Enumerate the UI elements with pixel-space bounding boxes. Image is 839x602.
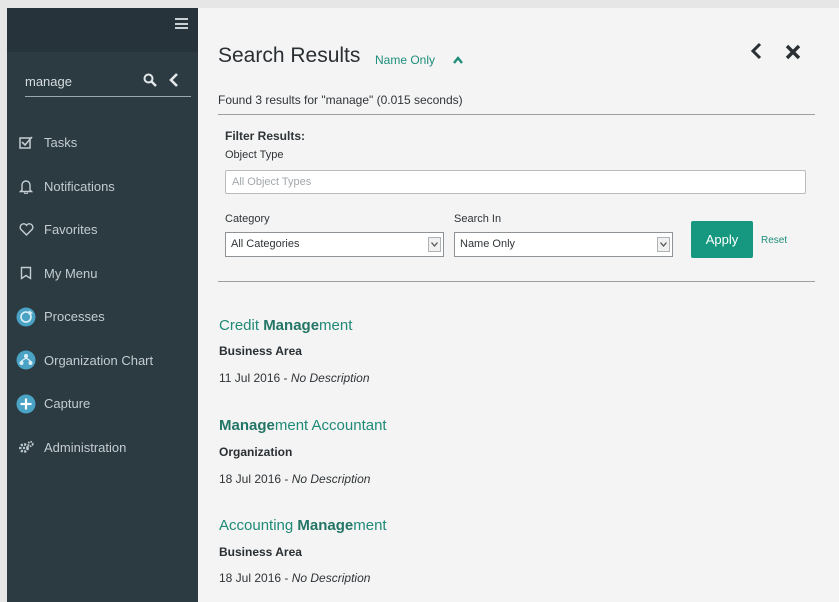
search-in-select-value: Name Only [460, 238, 516, 250]
divider [218, 281, 815, 282]
reset-link[interactable]: Reset [761, 235, 787, 246]
hamburger-menu-icon[interactable] [175, 18, 188, 29]
search-in-select[interactable]: Name Only [454, 232, 673, 257]
sidebar-item-favorites[interactable]: Favorites [7, 208, 198, 252]
close-icon[interactable] [785, 44, 801, 60]
result-type: Organization [219, 445, 293, 459]
chevron-left-icon[interactable] [749, 42, 763, 60]
object-type-input[interactable]: All Object Types [225, 170, 806, 194]
object-type-label: Object Type [225, 149, 284, 161]
result-type: Business Area [219, 545, 302, 559]
chevron-up-icon[interactable] [452, 55, 464, 65]
result-title-link[interactable]: Credit Management [219, 317, 352, 334]
sidebar-item-administration[interactable]: Administration [7, 426, 198, 470]
sidebar-item-label: Notifications [44, 178, 115, 194]
heart-icon [17, 221, 35, 239]
search-icon[interactable] [143, 73, 157, 87]
sidebar-item-label: Favorites [44, 222, 98, 238]
apply-button[interactable]: Apply [691, 221, 753, 258]
sidebar-item-processes[interactable]: Processes [7, 295, 198, 339]
chevron-down-icon[interactable] [657, 237, 670, 252]
sidebar-search[interactable]: manage [25, 64, 191, 97]
search-input[interactable]: manage [25, 74, 72, 89]
divider [218, 114, 815, 115]
sidebar-item-tasks[interactable]: Tasks [7, 121, 198, 165]
org-chart-icon [16, 350, 36, 370]
plus-circle-icon [16, 394, 36, 414]
chevron-down-icon[interactable] [428, 237, 441, 252]
result-type: Business Area [219, 344, 302, 358]
sidebar-item-organization-chart[interactable]: Organization Chart [7, 339, 198, 383]
gears-icon [17, 438, 35, 456]
sidebar-item-label: Organization Chart [44, 352, 154, 368]
search-scope-toggle[interactable]: Name Only [375, 53, 435, 67]
result-meta: 11 Jul 2016 - No Description [219, 371, 370, 385]
results-summary: Found 3 results for "manage" (0.015 seco… [218, 93, 463, 107]
chevron-left-icon[interactable] [168, 72, 180, 88]
category-label: Category [225, 213, 270, 225]
sidebar-item-label: Processes [44, 309, 105, 325]
category-select[interactable]: All Categories [225, 232, 444, 257]
search-results-panel: Search Results Name Only Found 3 results… [198, 8, 839, 602]
filter-title: Filter Results: [225, 129, 306, 143]
sidebar: manage Tasks Notifications Favorites My … [7, 8, 198, 602]
checkbox-icon [17, 134, 35, 152]
search-in-label: Search In [454, 213, 502, 225]
sidebar-item-label: Administration [44, 439, 127, 455]
sidebar-item-notifications[interactable]: Notifications [7, 165, 198, 209]
sidebar-item-label: Tasks [44, 135, 78, 151]
sidebar-item-label: My Menu [44, 265, 98, 281]
processes-icon [16, 307, 36, 327]
bookmark-icon [17, 264, 35, 282]
sidebar-item-my-menu[interactable]: My Menu [7, 252, 198, 296]
page-title: Search Results [218, 44, 361, 67]
bell-icon [17, 177, 35, 195]
result-title-link[interactable]: Accounting Management [219, 517, 387, 534]
result-title-link[interactable]: Management Accountant [219, 417, 387, 434]
result-meta: 18 Jul 2016 - No Description [219, 571, 371, 585]
sidebar-header [7, 8, 198, 52]
sidebar-nav: Tasks Notifications Favorites My Menu Pr… [7, 121, 198, 469]
category-select-value: All Categories [231, 238, 300, 250]
sidebar-item-capture[interactable]: Capture [7, 382, 198, 426]
result-meta: 18 Jul 2016 - No Description [219, 472, 371, 486]
sidebar-item-label: Capture [44, 396, 91, 412]
